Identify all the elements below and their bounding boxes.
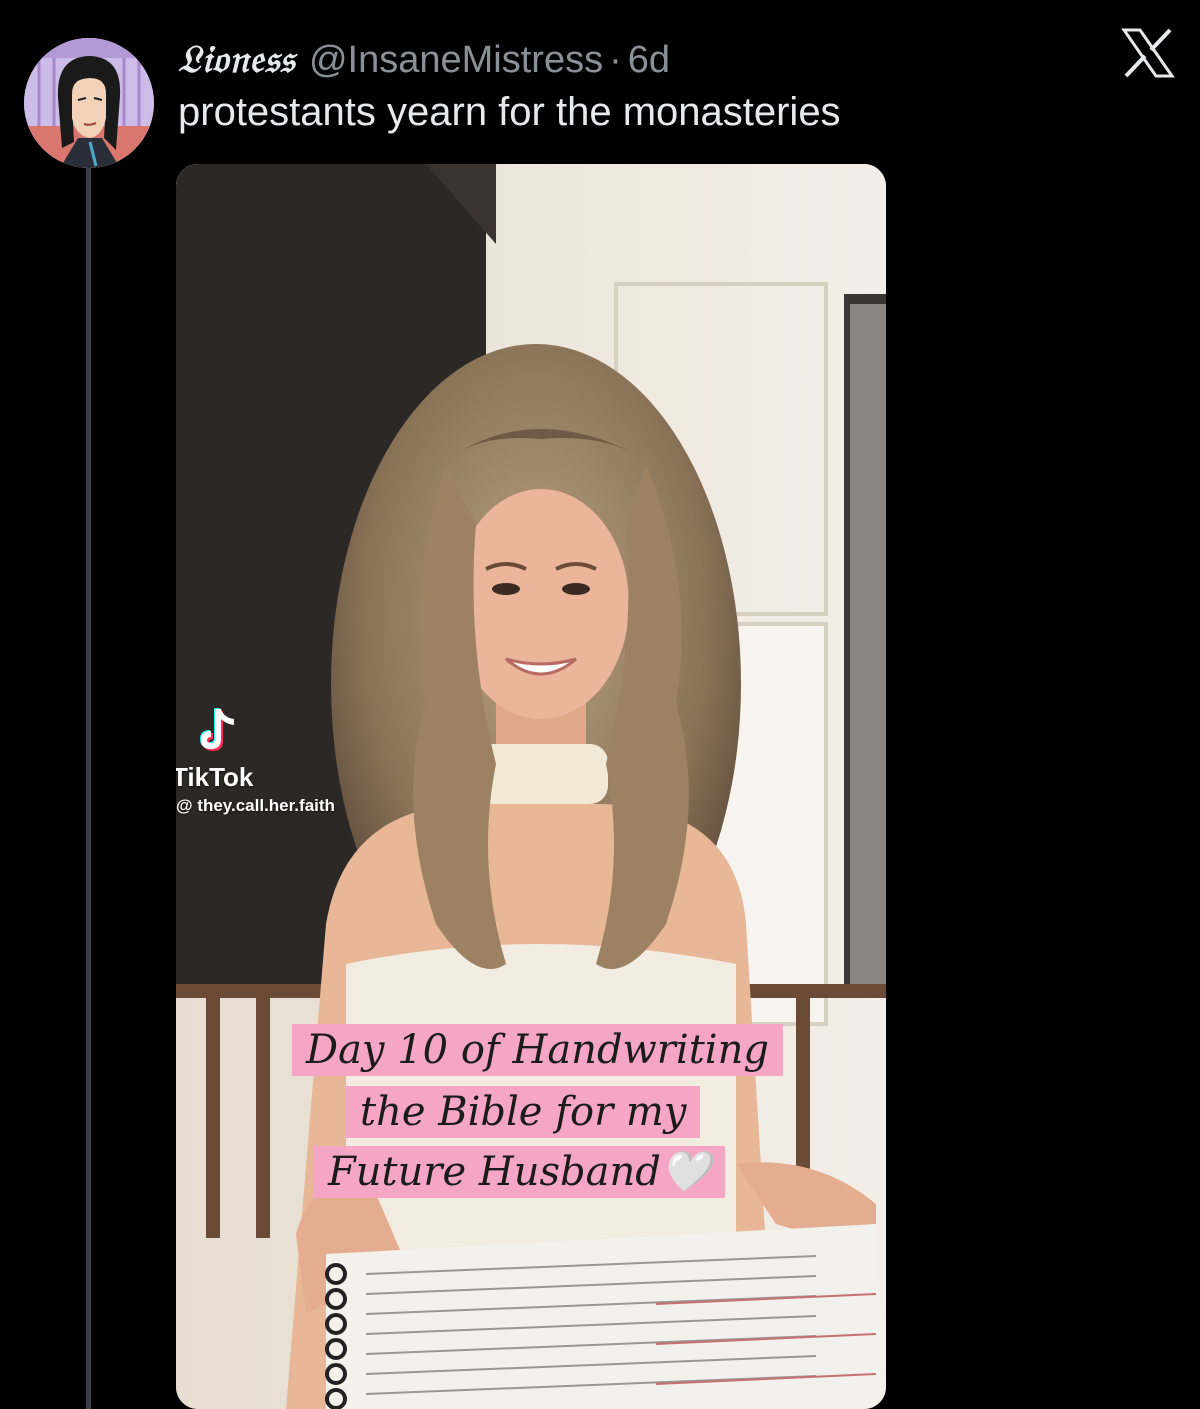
caption-line: Day 10 of Handwriting <box>292 1024 783 1076</box>
caption-line: Future Husband🤍 <box>314 1146 725 1198</box>
tiktok-brand: TikTok <box>176 762 254 792</box>
timestamp[interactable]: 6d <box>628 39 670 82</box>
separator-dot: · <box>609 39 622 81</box>
thread-line <box>86 168 91 1409</box>
media-video[interactable]: TikTok @ they.call.her.faith Day 10 of H… <box>176 164 886 1409</box>
video-frame <box>176 164 886 1409</box>
tiktok-logo-icon <box>200 708 234 751</box>
caption-line: the Bible for my <box>346 1086 701 1138</box>
tweet-header: 𝔏𝔦𝔬𝔫𝔢𝔰𝔰 @InsaneMistress · 6d <box>178 36 670 86</box>
tweet-text: protestants yearn for the monasteries <box>178 90 841 134</box>
user-handle[interactable]: @InsaneMistress <box>309 39 603 82</box>
avatar[interactable] <box>24 38 154 168</box>
display-name[interactable]: 𝔏𝔦𝔬𝔫𝔢𝔰𝔰 <box>178 36 295 82</box>
x-logo-icon[interactable] <box>1120 28 1176 78</box>
tiktok-username: @ they.call.her.faith <box>176 796 335 815</box>
avatar-image <box>24 38 154 168</box>
